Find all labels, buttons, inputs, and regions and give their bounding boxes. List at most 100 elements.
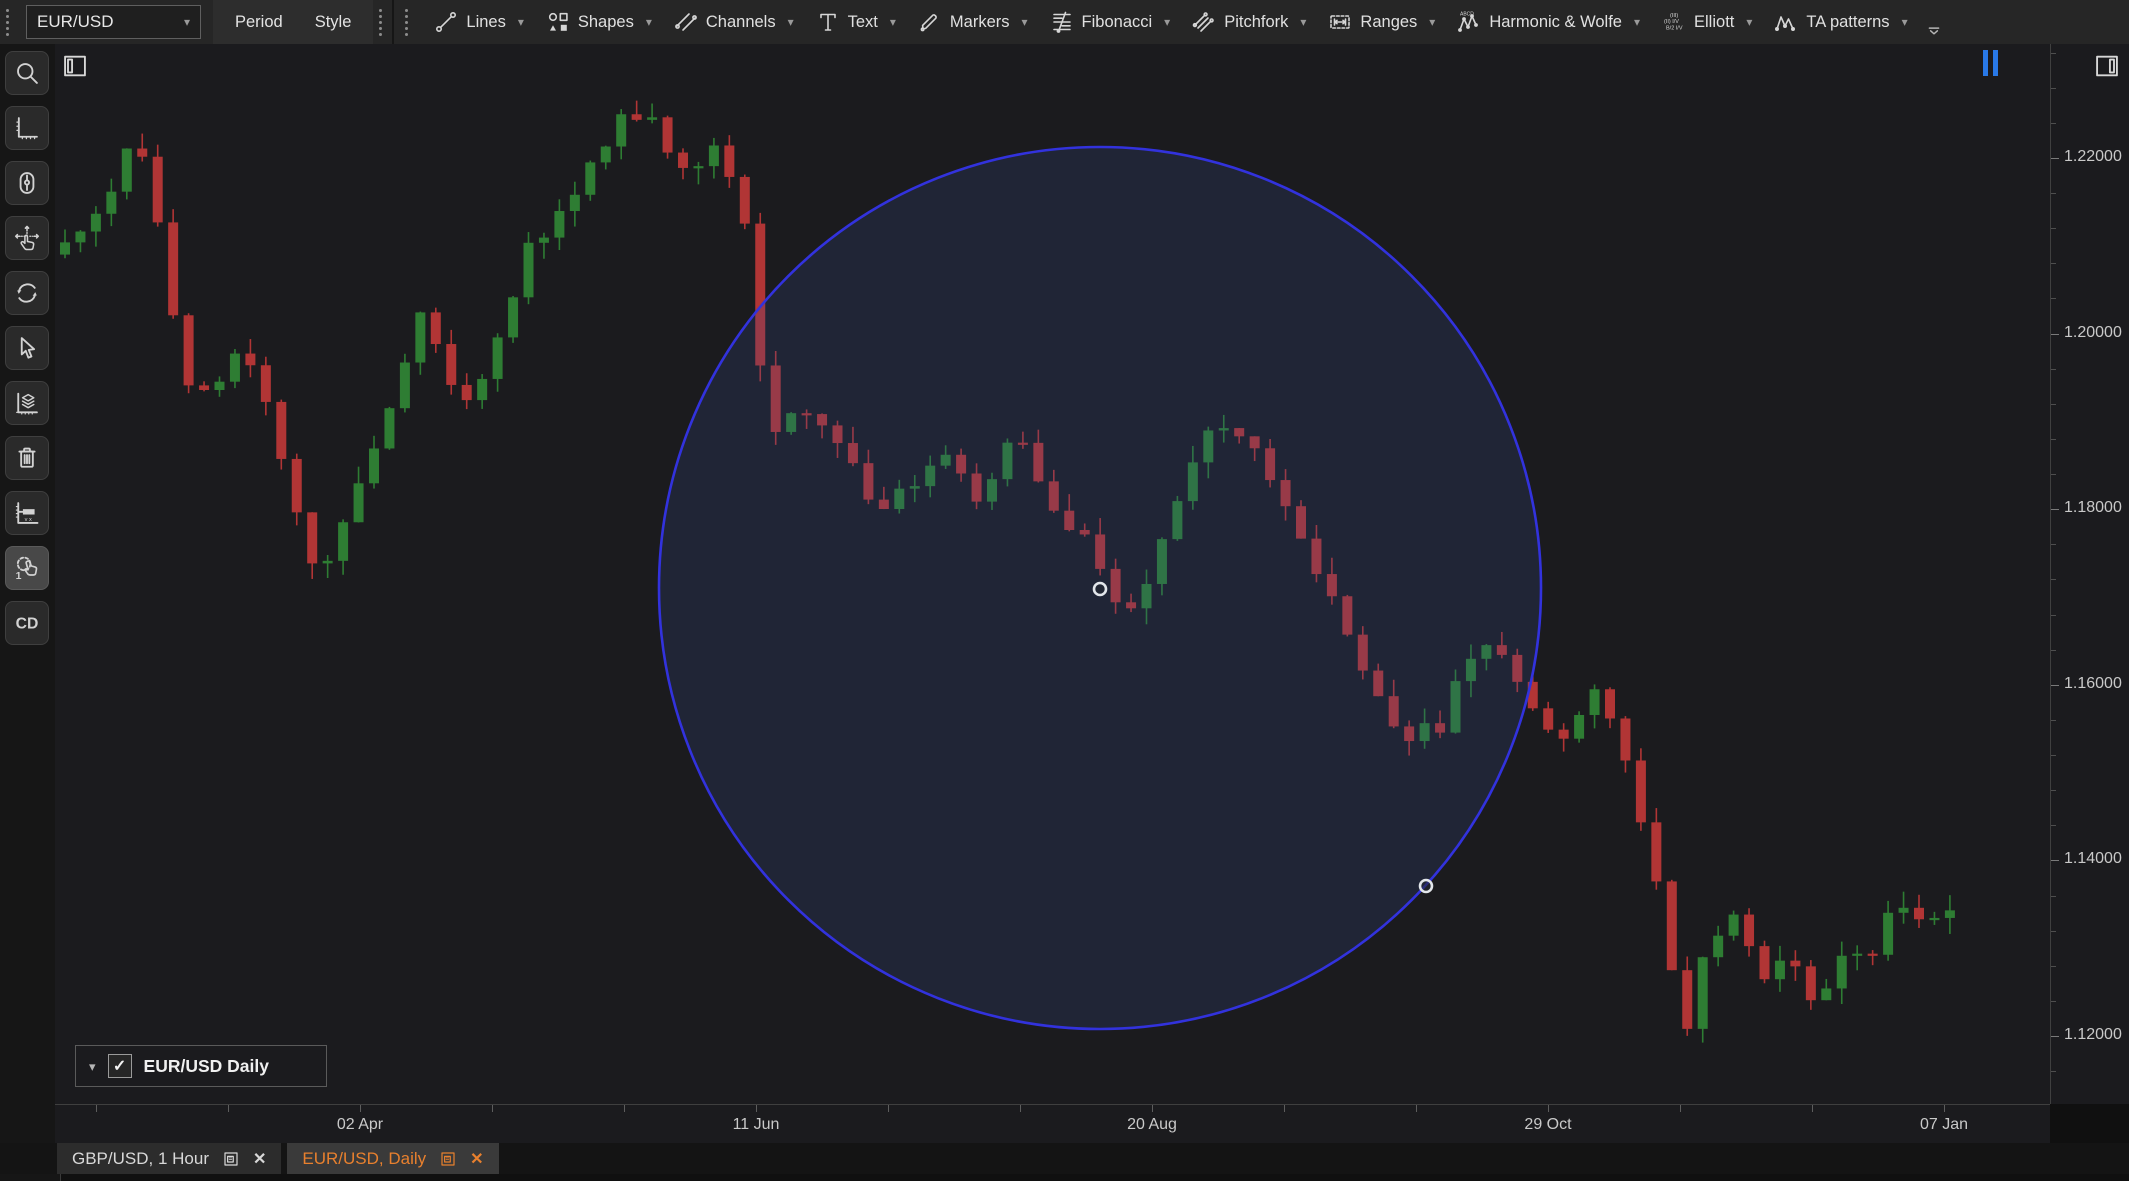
tool-ranges-button[interactable]: Ranges ▾ <box>1317 0 1446 44</box>
svg-text:v x: v x <box>25 517 32 523</box>
candle-body <box>1899 908 1909 913</box>
style-button[interactable]: Style <box>303 7 364 38</box>
elliott-icon: (III)(II) I/VB/2 I/V <box>1662 10 1686 34</box>
tab-label: EUR/USD, Daily <box>302 1149 426 1169</box>
series-legend[interactable]: ▾ ✓ EUR/USD Daily <box>75 1045 327 1087</box>
sidebar-mouse-mode-button[interactable] <box>5 161 49 205</box>
candle-body <box>60 242 70 254</box>
candle-body <box>1543 708 1553 729</box>
tool-ta-patterns-button[interactable]: TA patterns ▾ <box>1763 0 1918 44</box>
sidebar-pointer-button[interactable] <box>5 326 49 370</box>
tab-window-icon[interactable] <box>439 1150 457 1168</box>
tool-ta-patterns-label: TA patterns <box>1806 13 1889 32</box>
svg-text:B/2 I/V: B/2 I/V <box>1666 26 1683 32</box>
candle-body <box>693 166 703 168</box>
panel-right-icon <box>2093 52 2121 80</box>
collapse-toolbar-button[interactable] <box>1923 4 1945 40</box>
drawing-toolbar-grip-handle[interactable] <box>399 0 413 44</box>
chevron-down-icon[interactable]: ▾ <box>518 16 524 28</box>
pause-icon <box>1983 50 1998 76</box>
tool-channels-button[interactable]: Channels▾ <box>663 0 805 44</box>
sidebar-cd-button[interactable]: CD <box>5 601 49 645</box>
chevron-down-icon[interactable]: ▾ <box>1022 16 1028 28</box>
tool-ranges-label: Ranges <box>1360 13 1417 32</box>
candle-body <box>292 459 302 512</box>
price-axis-label: 1.18000 <box>2064 499 2122 517</box>
candle-body <box>230 354 240 382</box>
toolbar-grip-handle[interactable] <box>0 0 14 44</box>
tab-label: GBP/USD, 1 Hour <box>72 1149 209 1169</box>
trash-icon <box>13 444 41 472</box>
candle-body <box>1559 730 1569 739</box>
chart-area[interactable]: ▾ ✓ EUR/USD Daily <box>55 44 2050 1104</box>
chart-tab-2-active[interactable]: EUR/USD, Daily ✕ <box>287 1143 498 1174</box>
chevron-down-icon[interactable]: ▾ <box>1634 16 1640 28</box>
time-axis-label: 02 Apr <box>320 1116 400 1134</box>
sidebar-sync-button[interactable] <box>5 271 49 315</box>
candle-body <box>415 312 425 362</box>
chevron-down-icon[interactable]: ▾ <box>788 16 794 28</box>
sidebar-one-click-button[interactable]: 1 <box>5 546 49 590</box>
price-axis-label: 1.22000 <box>2064 148 2122 166</box>
tool-shapes-button[interactable]: Shapes▾ <box>535 0 663 44</box>
time-axis[interactable]: 02 Apr11 Jun20 Aug29 Oct07 Jan <box>55 1104 2050 1144</box>
toolbar-grip-handle[interactable] <box>373 0 387 44</box>
tool-text-button[interactable]: Text▾ <box>805 0 907 44</box>
chevron-down-icon[interactable]: ▾ <box>1746 16 1752 28</box>
candle-body <box>261 365 271 402</box>
candle-body <box>493 337 503 379</box>
candle-body <box>554 211 564 238</box>
candle-body <box>1729 915 1739 936</box>
time-axis-label: 20 Aug <box>1112 1116 1192 1134</box>
candle-body <box>663 117 673 152</box>
tab-window-icon[interactable] <box>222 1150 240 1168</box>
tool-markers-button[interactable]: Markers▾ <box>907 0 1039 44</box>
sidebar-axis-label-button[interactable]: v x <box>5 491 49 535</box>
cd-icon: CD <box>13 609 41 637</box>
chevron-down-icon[interactable]: ▾ <box>1429 16 1435 28</box>
tool-elliott-button[interactable]: (III)(II) I/VB/2 I/VElliott▾ <box>1651 0 1763 44</box>
tool-fibonacci-button[interactable]: Fibonacci ▾ <box>1039 0 1182 44</box>
candle-body <box>446 344 456 385</box>
candle-body <box>245 354 255 366</box>
candlestick-chart[interactable] <box>55 44 2050 1104</box>
marker-pen-icon <box>918 10 942 34</box>
price-axis-minor-tick <box>2051 123 2056 124</box>
chart-tab-1[interactable]: GBP/USD, 1 Hour ✕ <box>57 1143 281 1174</box>
tool-lines-button[interactable]: Lines▾ <box>423 0 534 44</box>
sidebar-search-button[interactable] <box>5 51 49 95</box>
tool-harmonic-button[interactable]: ABCDHarmonic & Wolfe▾ <box>1446 0 1651 44</box>
symbol-select[interactable]: EUR/USD ▾ <box>26 5 201 39</box>
period-button[interactable]: Period <box>223 7 295 38</box>
sidebar-chart-axes-button[interactable] <box>5 106 49 150</box>
chevron-down-icon[interactable]: ▾ <box>1300 16 1306 28</box>
time-axis-label: 07 Jan <box>1904 1116 1984 1134</box>
time-axis-tick <box>96 1105 97 1112</box>
chevron-down-icon[interactable]: ▾ <box>1164 16 1170 28</box>
chevron-down-icon[interactable]: ▾ <box>890 16 896 28</box>
candle-body <box>1868 954 1878 956</box>
chevron-down-icon[interactable]: ▾ <box>646 16 652 28</box>
sidebar-pan-button[interactable] <box>5 216 49 260</box>
close-icon[interactable]: ✕ <box>253 1149 266 1169</box>
fibonacci-icon <box>1050 10 1074 34</box>
panel-left-toggle-button[interactable] <box>61 52 89 85</box>
sidebar-delete-button[interactable] <box>5 436 49 480</box>
drawing-handle[interactable] <box>1420 880 1432 892</box>
panel-right-toggle-button[interactable] <box>2093 52 2121 85</box>
price-axis-minor-tick <box>2051 263 2056 264</box>
drawing-handle[interactable] <box>1094 583 1106 595</box>
price-axis[interactable]: 1.220001.200001.180001.160001.140001.120… <box>2050 44 2129 1104</box>
chevron-down-icon[interactable]: ▾ <box>89 1060 96 1073</box>
sidebar-layers-button[interactable] <box>5 381 49 425</box>
tool-pitchfork-button[interactable]: Pitchfork▾ <box>1181 0 1317 44</box>
series-visibility-checkbox[interactable]: ✓ <box>108 1054 132 1078</box>
candle-body <box>122 149 132 192</box>
candle-body <box>1775 961 1785 980</box>
chevron-down-icon[interactable]: ▾ <box>1902 16 1908 28</box>
candle-body <box>724 145 734 176</box>
tool-fibonacci-label: Fibonacci <box>1082 13 1153 32</box>
close-icon[interactable]: ✕ <box>470 1149 483 1169</box>
candle-body <box>524 243 534 298</box>
trendline-icon <box>434 10 458 34</box>
